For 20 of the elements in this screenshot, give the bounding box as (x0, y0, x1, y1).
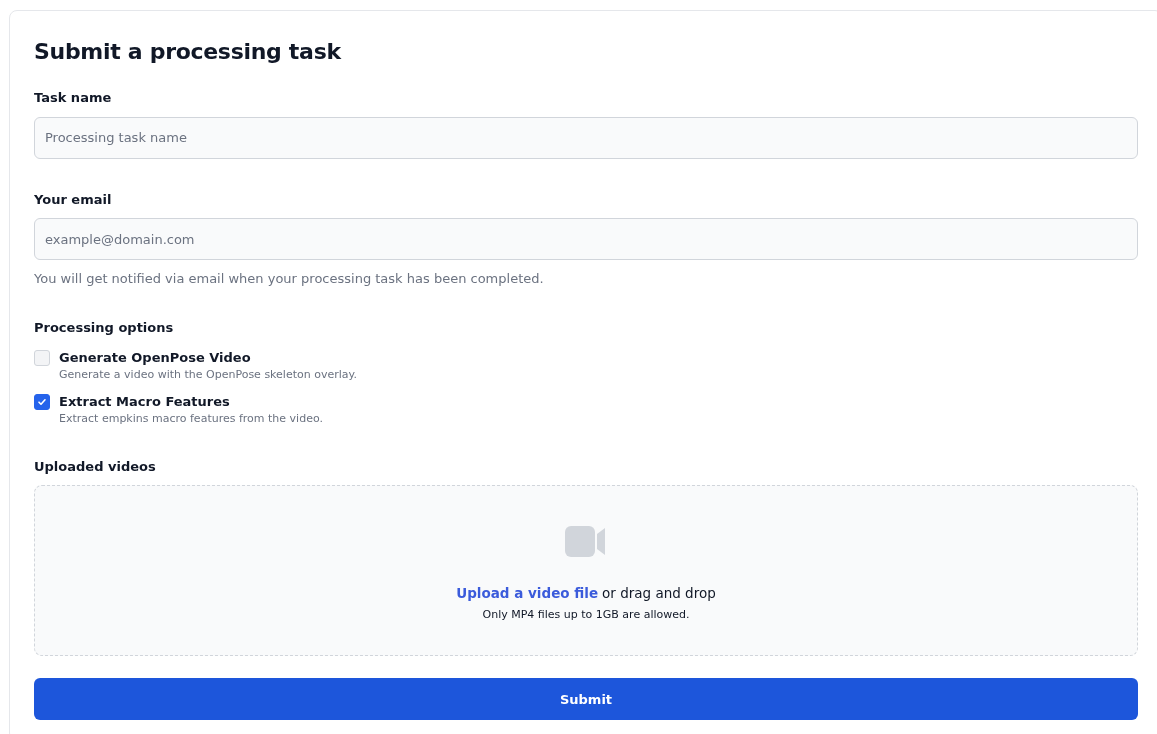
section-label: Processing options (34, 319, 174, 338)
help-text: You will get notified via email when your processing task has been completed. (34, 270, 544, 289)
input-field[interactable]: Processing task name (34, 116, 1138, 159)
drop-text: or drag and drop (602, 584, 716, 603)
form-title: Submit a processing task (34, 39, 342, 66)
submit-button[interactable]: Submit (34, 678, 1138, 721)
section-label: Uploaded videos (34, 457, 156, 476)
option-description: Extract empkins macro features from the video. (59, 411, 323, 428)
drop-zone[interactable]: Upload a video file or drag and drop Only MP4 files up to 1GB are allowed. (34, 485, 1138, 657)
upload-link[interactable]: Upload a video file (456, 583, 599, 604)
video-camera-icon (565, 526, 607, 557)
checkbox[interactable] (34, 393, 50, 410)
option-label: Generate OpenPose Video (59, 348, 252, 367)
option-label: Extract Macro Features (59, 392, 231, 411)
file-note: Only MP4 files up to 1GB are allowed. (482, 607, 690, 624)
field-label: Task name (34, 89, 112, 108)
input-field[interactable]: example@domain.com (34, 218, 1138, 261)
option-description: Generate a video with the OpenPose skeleton overlay. (59, 367, 357, 384)
field-label: Your email (34, 190, 112, 209)
check-icon (37, 396, 47, 407)
